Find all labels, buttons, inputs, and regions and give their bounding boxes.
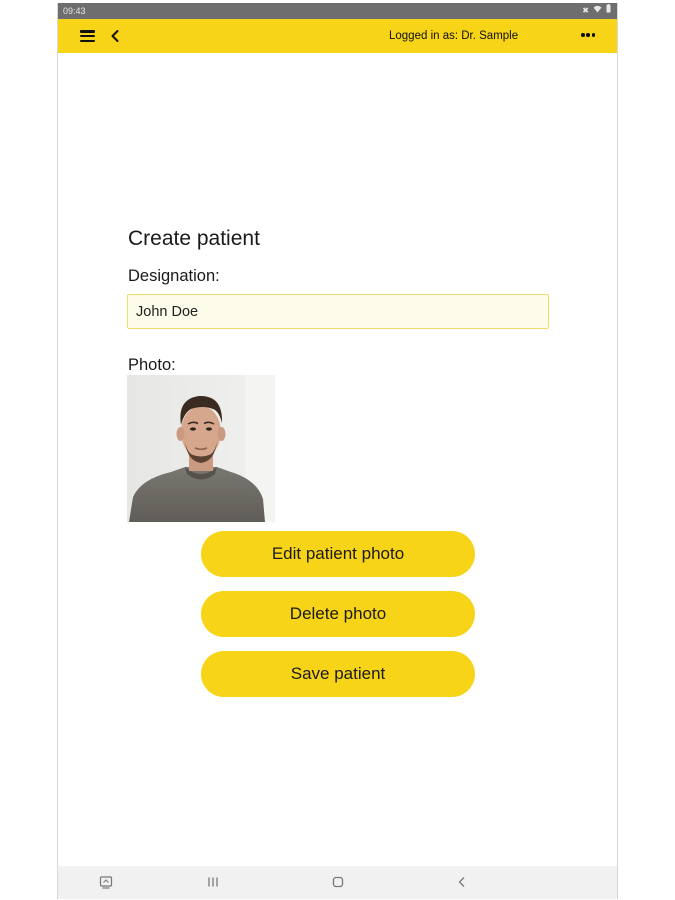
battery-icon — [606, 3, 611, 19]
hamburger-menu-icon[interactable] — [80, 30, 95, 42]
status-icons: ✖ — [582, 3, 611, 19]
keyboard-icon[interactable] — [98, 874, 114, 890]
app-bar: Logged in as: Dr. Sample — [58, 19, 617, 53]
edit-patient-photo-button[interactable]: Edit patient photo — [201, 531, 475, 577]
system-navigation-bar — [58, 866, 617, 899]
chevron-left-icon[interactable] — [108, 27, 122, 45]
wifi-icon — [593, 3, 602, 19]
status-time: 09:43 — [63, 6, 86, 16]
save-patient-button[interactable]: Save patient — [201, 651, 475, 697]
photo-label: Photo: — [128, 356, 176, 374]
designation-input[interactable] — [127, 294, 549, 329]
mute-icon: ✖ — [582, 6, 589, 15]
home-icon[interactable] — [330, 874, 346, 890]
tablet-screen: 09:43 ✖ Logged in as: Dr. Sample Create … — [57, 3, 618, 899]
recents-icon[interactable] — [205, 874, 221, 890]
delete-photo-button[interactable]: Delete photo — [201, 591, 475, 637]
page-title: Create patient — [128, 227, 260, 250]
patient-photo — [127, 375, 275, 522]
more-horizontal-icon[interactable] — [581, 33, 595, 38]
back-icon[interactable] — [454, 874, 470, 890]
designation-label: Designation: — [128, 267, 220, 285]
logged-in-label: Logged in as: Dr. Sample — [389, 30, 519, 42]
status-bar: 09:43 ✖ — [58, 3, 617, 19]
